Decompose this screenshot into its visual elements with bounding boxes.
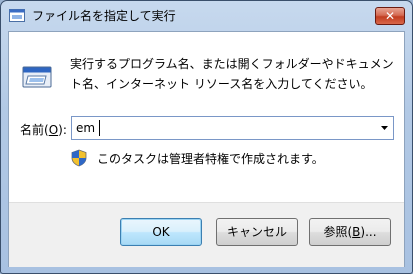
name-label-access-key: O — [48, 123, 59, 137]
dropdown-button[interactable] — [376, 117, 393, 139]
close-icon: ✕ — [384, 9, 396, 23]
browse-label-suffix: )... — [360, 225, 377, 239]
dialog-body: 実行するプログラム名、または開くフォルダーやドキュメント名、インターネット リソ… — [8, 31, 405, 267]
instructions-text: 実行するプログラム名、または開くフォルダーやドキュメント名、インターネット リソ… — [70, 57, 394, 91]
run-dialog-window: ファイル名を指定して実行 ✕ 実行するプログラム名、または開くフォルダーやドキュ… — [0, 0, 413, 274]
name-label: 名前(O): — [20, 122, 67, 138]
dialog-content: 実行するプログラム名、または開くフォルダーやドキュメント名、インターネット リソ… — [9, 32, 404, 202]
button-bar: OK キャンセル 参照(B)... — [9, 202, 404, 267]
window-title: ファイル名を指定して実行 — [32, 9, 176, 23]
title-bar[interactable]: ファイル名を指定して実行 ✕ — [1, 1, 412, 31]
cancel-button[interactable]: キャンセル — [216, 218, 298, 246]
ok-button[interactable]: OK — [120, 218, 202, 246]
admin-privilege-note: このタスクは管理者特権で作成されます。 — [97, 152, 324, 166]
uac-shield-icon — [71, 149, 87, 167]
browse-label-prefix: 参照( — [323, 225, 353, 239]
open-input[interactable] — [76, 120, 356, 136]
chevron-down-icon — [381, 126, 388, 130]
name-label-suffix: ): — [58, 123, 67, 137]
run-dialog-icon — [9, 9, 25, 22]
name-label-prefix: 名前( — [20, 123, 49, 137]
run-program-icon — [22, 66, 52, 88]
close-button[interactable]: ✕ — [375, 7, 405, 25]
open-combobox[interactable] — [71, 116, 394, 140]
browse-button[interactable]: 参照(B)... — [309, 218, 391, 246]
text-cursor — [99, 120, 100, 136]
